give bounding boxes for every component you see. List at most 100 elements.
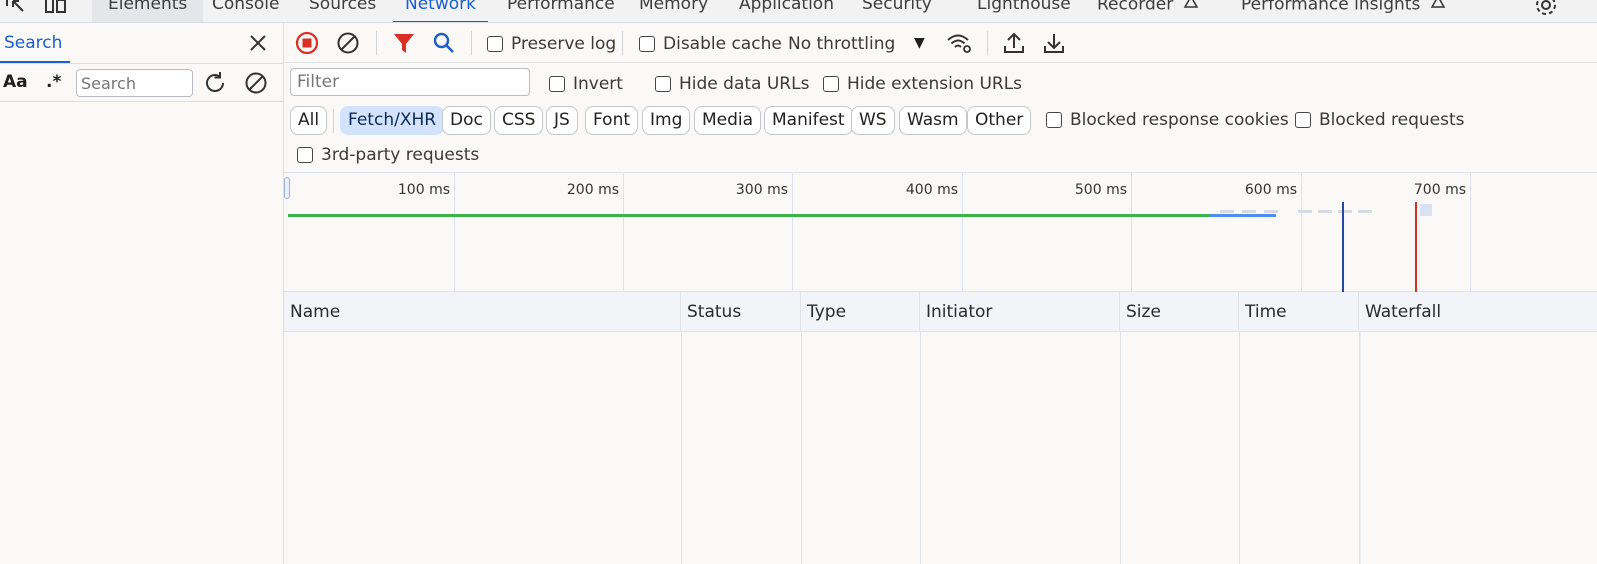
divider — [376, 31, 377, 55]
tab-security[interactable]: Security — [862, 0, 932, 22]
column-header-type[interactable]: Type — [801, 292, 920, 332]
time-tick: 600 ms — [1244, 182, 1297, 198]
chevron-down-icon[interactable]: ▼ — [914, 35, 925, 51]
type-filter-js[interactable]: JS — [546, 106, 578, 135]
checkbox[interactable] — [1046, 112, 1062, 128]
tab-elements[interactable]: Elements — [92, 0, 204, 22]
waterfall-grid-line — [1360, 332, 1361, 564]
time-tick: 200 ms — [566, 182, 619, 198]
hide-extension-urls-checkbox[interactable]: Hide extension URLs — [823, 74, 1022, 94]
checkbox[interactable] — [549, 76, 565, 92]
type-filter-media[interactable]: Media — [694, 106, 762, 135]
type-filter-img[interactable]: Img — [642, 106, 691, 135]
time-tick: 700 ms — [1413, 182, 1466, 198]
type-filter-fetch-xhr[interactable]: Fetch/XHR — [340, 106, 445, 135]
search-panel: Search Aa .* — [0, 23, 284, 564]
column-divider — [801, 332, 802, 564]
column-header-name[interactable]: Name — [284, 292, 681, 332]
column-header-initiator[interactable]: Initiator — [920, 292, 1120, 332]
search-panel-tab[interactable]: Search — [0, 23, 70, 63]
blocked-response-cookies-checkbox[interactable]: Blocked response cookies — [1046, 110, 1289, 130]
hide-extension-urls-label: Hide extension URLs — [847, 74, 1023, 94]
time-tick: 500 ms — [1074, 182, 1127, 198]
overview-selection-handle[interactable] — [284, 177, 290, 199]
type-filter-other[interactable]: Other — [967, 106, 1032, 135]
checkbox[interactable] — [1295, 112, 1311, 128]
tab-lighthouse[interactable]: Lighthouse — [977, 0, 1071, 22]
settings-gear-icon[interactable] — [1534, 0, 1558, 22]
checkbox[interactable] — [487, 36, 503, 52]
blocked-requests-label: Blocked requests — [1319, 110, 1465, 130]
network-conditions-icon[interactable] — [946, 31, 974, 60]
search-icon[interactable] — [432, 31, 456, 60]
column-divider — [920, 332, 921, 564]
disable-cache-checkbox[interactable]: Disable cache — [639, 34, 782, 54]
column-header-size[interactable]: Size — [1120, 292, 1239, 332]
upload-har-icon[interactable] — [1002, 31, 1026, 60]
checkbox[interactable] — [297, 147, 313, 163]
regex-toggle[interactable]: .* — [46, 72, 61, 92]
resource-type-filters: All Fetch/XHR Doc CSS JS Font Img Media … — [284, 103, 1597, 173]
hide-data-urls-checkbox[interactable]: Hide data URLs — [655, 74, 809, 94]
divider — [333, 109, 334, 133]
tab-memory[interactable]: Memory — [639, 0, 708, 22]
refresh-icon[interactable] — [203, 71, 227, 100]
type-filter-ws[interactable]: WS — [851, 106, 895, 135]
tab-performance[interactable]: Performance — [507, 0, 615, 22]
checkbox[interactable] — [639, 36, 655, 52]
type-filter-font[interactable]: Font — [585, 106, 639, 135]
grid-line — [962, 173, 963, 292]
blocked-requests-checkbox[interactable]: Blocked requests — [1295, 110, 1465, 130]
download-har-icon[interactable] — [1042, 31, 1066, 60]
clear-icon[interactable] — [244, 71, 268, 100]
record-stop-icon[interactable] — [295, 31, 319, 60]
grid-line — [792, 173, 793, 292]
column-header-waterfall[interactable]: Waterfall — [1359, 292, 1597, 332]
preserve-log-checkbox[interactable]: Preserve log — [487, 34, 616, 54]
network-toolbar: Preserve log Disable cache No throttling… — [284, 23, 1597, 63]
type-filter-css[interactable]: CSS — [494, 106, 544, 135]
network-panel: Preserve log Disable cache No throttling… — [284, 23, 1597, 564]
invert-checkbox[interactable]: Invert — [549, 74, 623, 94]
tab-performance-insights[interactable]: Performance insights — [1241, 0, 1446, 22]
timeline-overview[interactable]: 100 ms 200 ms 300 ms 400 ms 500 ms 600 m… — [284, 173, 1597, 292]
tab-recorder[interactable]: Recorder — [1097, 0, 1199, 22]
tab-sources[interactable]: Sources — [309, 0, 376, 22]
time-tick: 300 ms — [735, 182, 788, 198]
disable-cache-label: Disable cache — [663, 34, 782, 54]
time-tick: 400 ms — [905, 182, 958, 198]
divider — [622, 31, 623, 55]
type-filter-all[interactable]: All — [290, 106, 328, 135]
type-filter-manifest[interactable]: Manifest — [764, 106, 853, 135]
close-icon[interactable] — [248, 33, 268, 58]
experiment-flask-icon — [1183, 0, 1199, 17]
filter-funnel-icon[interactable] — [392, 31, 416, 60]
column-header-status[interactable]: Status — [681, 292, 801, 332]
device-toolbar-icon[interactable] — [44, 0, 68, 21]
divider — [987, 31, 988, 55]
tab-performance-insights-label: Performance insights — [1241, 0, 1421, 15]
tab-application[interactable]: Application — [739, 0, 834, 22]
column-divider — [1239, 332, 1240, 564]
load-event-marker — [1415, 202, 1417, 292]
request-bar-download — [1210, 214, 1276, 217]
third-party-requests-checkbox[interactable]: 3rd-party requests — [297, 145, 479, 165]
match-case-toggle[interactable]: Aa — [3, 72, 28, 92]
throttling-select[interactable]: No throttling — [788, 34, 895, 54]
request-bar-waiting — [288, 214, 1210, 217]
grid-line — [623, 173, 624, 292]
clear-log-icon[interactable] — [336, 31, 360, 60]
search-input[interactable] — [76, 69, 193, 97]
type-filter-wasm[interactable]: Wasm — [899, 106, 967, 135]
checkbox[interactable] — [655, 76, 671, 92]
filter-input[interactable] — [290, 68, 530, 96]
checkbox[interactable] — [823, 76, 839, 92]
tab-network[interactable]: Network — [393, 0, 488, 22]
request-bar-queued — [1298, 210, 1374, 213]
column-header-time[interactable]: Time — [1239, 292, 1359, 332]
tab-console[interactable]: Console — [212, 0, 280, 22]
type-filter-doc[interactable]: Doc — [442, 106, 491, 135]
third-party-requests-label: 3rd-party requests — [321, 145, 480, 165]
filter-bar: Invert Hide data URLs Hide extension URL… — [284, 63, 1597, 103]
inspect-element-icon[interactable] — [4, 0, 26, 21]
